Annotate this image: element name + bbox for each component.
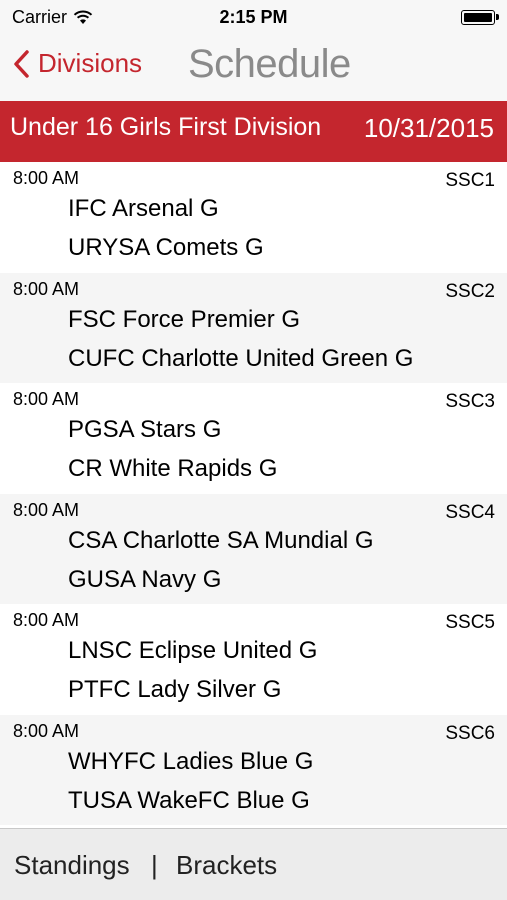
back-button[interactable]: Divisions <box>12 48 142 79</box>
home-team: LNSC Eclipse United G <box>68 637 318 664</box>
game-row[interactable]: 8:00 AM SSC2 FSC Force Premier G CUFC Ch… <box>0 272 507 383</box>
game-time: 8:00 AM <box>13 278 80 299</box>
status-bar: Carrier 2:15 PM <box>0 0 507 36</box>
game-field: SSC3 <box>445 391 495 412</box>
home-team: PGSA Stars G <box>68 416 222 443</box>
game-field: SSC1 <box>445 170 495 191</box>
away-team: PTFC Lady Silver G <box>68 676 282 703</box>
home-team: IFC Arsenal G <box>68 195 219 222</box>
game-time: 8:00 AM <box>13 610 80 630</box>
game-time: 8:00 AM <box>13 499 80 520</box>
division-name: Under 16 Girls First Division <box>10 113 322 141</box>
game-row[interactable]: 8:00 AM SSC1 IFC Arsenal G URYSA Comets … <box>0 162 507 273</box>
game-time: 8:00 AM <box>13 168 80 188</box>
game-row[interactable]: 8:00 AM SSC6 WHYFC Ladies Blue G TUSA Wa… <box>0 714 507 825</box>
games-list: 8:00 AM SSC1 IFC Arsenal G URYSA Comets … <box>0 162 507 825</box>
schedule-date: 10/31/2015 <box>363 113 494 143</box>
division-header: Under 16 Girls First Division 10/31/2015 <box>0 101 507 162</box>
game-field: SSC6 <box>445 722 495 744</box>
away-team: GUSA Navy G <box>68 565 222 593</box>
back-button-label: Divisions <box>38 48 143 78</box>
away-team: URYSA Comets G <box>68 234 264 261</box>
game-field: SSC2 <box>445 280 495 302</box>
page-title: Schedule <box>188 42 351 86</box>
away-team: CUFC Charlotte United Green G <box>68 344 414 372</box>
chevron-left-icon <box>14 49 29 78</box>
game-field: SSC5 <box>445 612 495 633</box>
home-team: WHYFC Ladies Blue G <box>68 747 314 775</box>
game-field: SSC4 <box>445 501 495 523</box>
navigation-bar: Divisions Schedule <box>0 36 507 101</box>
home-team: CSA Charlotte SA Mundial G <box>68 526 374 554</box>
game-row[interactable]: 8:00 AM SSC3 PGSA Stars G CR White Rapid… <box>0 383 507 494</box>
tab-separator: | <box>151 850 158 880</box>
game-time: 8:00 AM <box>13 389 80 409</box>
tab-standings[interactable]: Standings <box>14 850 130 881</box>
bottom-tab-bar: Standings | Brackets <box>0 828 507 900</box>
away-team: TUSA WakeFC Blue G <box>68 786 310 814</box>
tab-brackets[interactable]: Brackets <box>176 850 277 881</box>
home-team: FSC Force Premier G <box>68 305 301 333</box>
clock: 2:15 PM <box>219 7 288 27</box>
battery-icon <box>461 10 499 25</box>
game-row[interactable]: 8:00 AM SSC5 LNSC Eclipse United G PTFC … <box>0 604 507 715</box>
game-row[interactable]: 8:00 AM SSC4 CSA Charlotte SA Mundial G … <box>0 493 507 604</box>
away-team: CR White Rapids G <box>68 455 278 482</box>
game-time: 8:00 AM <box>13 720 80 741</box>
